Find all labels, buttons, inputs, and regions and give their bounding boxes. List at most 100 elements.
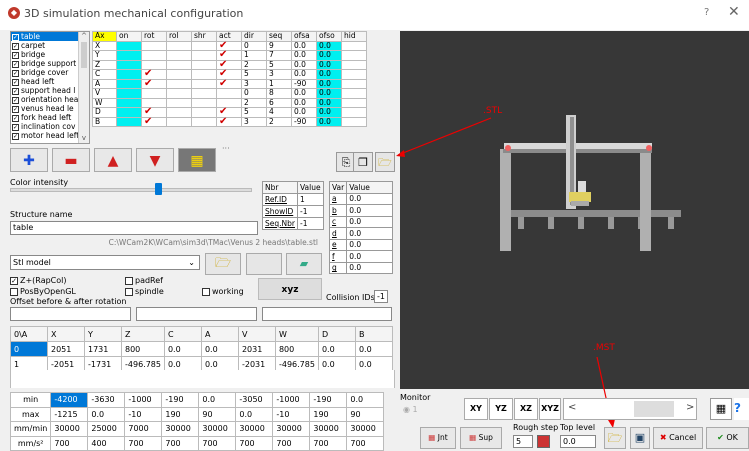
posbyopengl-option[interactable]: PosByOpenGL bbox=[10, 287, 76, 296]
jnt-button[interactable]: ▦ Jnt bbox=[420, 427, 456, 449]
checkbox-checked-icon[interactable]: ✓ bbox=[12, 51, 19, 59]
checkbox-checked-icon[interactable]: ✓ bbox=[12, 78, 19, 86]
var-value-cell[interactable]: 0.0 bbox=[346, 250, 394, 263]
hid-cell[interactable] bbox=[341, 116, 367, 127]
position-cell[interactable]: 800 bbox=[121, 341, 165, 357]
ofsa-cell[interactable]: 0.0 bbox=[291, 88, 317, 99]
seq-cell[interactable]: 2 bbox=[266, 116, 292, 127]
var-row[interactable]: g 0.0 bbox=[328, 261, 394, 274]
limits-cell[interactable]: 700 bbox=[50, 435, 89, 451]
id-key-link[interactable]: Ref.ID bbox=[262, 193, 298, 206]
var-value-cell[interactable]: 0.0 bbox=[346, 261, 394, 274]
shr-cell[interactable] bbox=[191, 97, 217, 108]
position-cell[interactable]: 0.0 bbox=[354, 341, 393, 357]
id-value-cell[interactable]: 1 bbox=[296, 193, 324, 206]
rol-cell[interactable] bbox=[166, 40, 192, 51]
limits-cell[interactable]: -190 bbox=[309, 392, 348, 408]
color-grid-icon[interactable]: ▦ bbox=[178, 148, 216, 172]
position-cell[interactable]: 0.0 bbox=[200, 341, 239, 357]
checkbox-icon[interactable] bbox=[202, 287, 210, 296]
view-scrollbar[interactable]: < > bbox=[563, 398, 697, 420]
axes-row[interactable]: X ✔ 0 9 0.0 0.0 bbox=[92, 40, 367, 51]
model-type-select[interactable]: Stl model ⌄ bbox=[10, 255, 200, 270]
remove-minus-icon[interactable]: ▬ bbox=[52, 148, 90, 172]
checkbox-checked-icon[interactable]: ✓ bbox=[12, 105, 19, 113]
dir-cell[interactable]: 5 bbox=[241, 107, 267, 118]
axes-row[interactable]: A ✔ ✔ 3 1 -90 0.0 bbox=[92, 78, 367, 89]
shr-cell[interactable] bbox=[191, 107, 217, 118]
scroll-left-icon[interactable]: < bbox=[568, 402, 576, 413]
axis-name-cell[interactable]: X bbox=[92, 40, 117, 51]
position-cell[interactable]: 0.0 bbox=[163, 341, 202, 357]
checkbox-checked-icon[interactable]: ✓ bbox=[12, 114, 19, 122]
checkbox-icon[interactable] bbox=[10, 287, 18, 296]
limits-cell[interactable]: 25000 bbox=[87, 421, 126, 437]
var-value-cell[interactable]: 0.0 bbox=[346, 192, 394, 205]
view-xy-button[interactable]: XY bbox=[464, 398, 488, 420]
hid-cell[interactable] bbox=[341, 40, 367, 51]
checkbox-checked-icon[interactable]: ✓ bbox=[12, 33, 19, 41]
var-row[interactable]: f 0.0 bbox=[328, 250, 394, 263]
var-key-link[interactable]: b bbox=[328, 204, 348, 217]
limits-row[interactable]: min -4200 -3630 -1000 -190 0.0 -3050 -1000 -190 0… bbox=[9, 392, 385, 408]
limits-cell[interactable]: 0.0 bbox=[198, 392, 237, 408]
act-cell[interactable]: ✔ bbox=[216, 78, 242, 89]
axis-name-cell[interactable]: V bbox=[92, 88, 117, 99]
id-value-cell[interactable]: -1 bbox=[296, 205, 324, 218]
scroll-up-icon[interactable]: ^ bbox=[79, 32, 89, 40]
limits-cell[interactable]: 90 bbox=[346, 406, 385, 422]
ofso-cell[interactable]: 0.0 bbox=[316, 69, 342, 80]
axes-row[interactable]: Z ✔ 2 5 0.0 0.0 bbox=[92, 59, 367, 70]
ofso-cell[interactable]: 0.0 bbox=[316, 88, 342, 99]
var-key-link[interactable]: f bbox=[328, 250, 348, 263]
rol-cell[interactable] bbox=[166, 88, 192, 99]
structure-name-input[interactable]: table bbox=[10, 221, 258, 235]
seq-cell[interactable]: 5 bbox=[266, 59, 292, 70]
limits-cell[interactable]: 0.0 bbox=[235, 406, 274, 422]
limits-cell[interactable]: 30000 bbox=[272, 421, 311, 437]
ofsa-cell[interactable]: 0.0 bbox=[291, 59, 317, 70]
var-row[interactable]: b 0.0 bbox=[328, 204, 394, 217]
rot-cell[interactable] bbox=[141, 50, 167, 61]
var-row[interactable]: e 0.0 bbox=[328, 238, 394, 251]
axes-row[interactable]: B ✔ ✔ 3 2 -90 0.0 bbox=[92, 116, 367, 127]
checkbox-checked-icon[interactable]: ✓ bbox=[12, 69, 19, 77]
limits-cell[interactable]: 700 bbox=[272, 435, 311, 451]
cancel-button[interactable]: ✖ Cancel bbox=[653, 427, 703, 449]
rol-cell[interactable] bbox=[166, 78, 192, 89]
shr-cell[interactable] bbox=[191, 116, 217, 127]
limits-cell[interactable]: 700 bbox=[124, 435, 163, 451]
limits-cell[interactable]: 700 bbox=[309, 435, 348, 451]
shr-cell[interactable] bbox=[191, 69, 217, 80]
ofso-cell[interactable]: 0.0 bbox=[316, 107, 342, 118]
axes-row[interactable]: V 0 8 0.0 0.0 bbox=[92, 88, 367, 99]
limits-cell[interactable]: 30000 bbox=[50, 421, 89, 437]
axis-name-cell[interactable]: A bbox=[92, 78, 117, 89]
limits-cell[interactable]: 700 bbox=[235, 435, 274, 451]
hid-cell[interactable] bbox=[341, 88, 367, 99]
limits-cell[interactable]: 400 bbox=[87, 435, 126, 451]
var-value-cell[interactable]: 0.0 bbox=[346, 227, 394, 240]
limits-table[interactable]: min -4200 -3630 -1000 -190 0.0 -3050 -1000 -190 0… bbox=[9, 392, 385, 451]
view-xyz-button[interactable]: XYZ bbox=[539, 398, 561, 420]
position-cell[interactable]: 2031 bbox=[237, 341, 276, 357]
axes-row[interactable]: W 2 6 0.0 0.0 bbox=[92, 97, 367, 108]
image-icon[interactable]: ▰ bbox=[286, 253, 322, 275]
move-down-arrow-icon[interactable]: ▼ bbox=[136, 148, 174, 172]
var-key-link[interactable]: e bbox=[328, 238, 348, 251]
working-option[interactable]: working bbox=[202, 287, 244, 296]
position-cell[interactable]: 1731 bbox=[84, 341, 122, 357]
axis-name-cell[interactable]: Y bbox=[92, 50, 117, 61]
ofso-cell[interactable]: 0.0 bbox=[316, 78, 342, 89]
hid-cell[interactable] bbox=[341, 50, 367, 61]
on-cell[interactable] bbox=[116, 69, 142, 80]
ofso-cell[interactable]: 0.0 bbox=[316, 97, 342, 108]
checkbox-icon[interactable] bbox=[125, 276, 133, 285]
save-disk-icon[interactable]: ▣ bbox=[630, 427, 650, 449]
ofso-cell[interactable]: 0.0 bbox=[316, 116, 342, 127]
limits-cell[interactable]: 0.0 bbox=[87, 406, 126, 422]
limits-row[interactable]: mm/min 30000 25000 7000 30000 30000 30000 30000… bbox=[9, 421, 385, 437]
ofsa-cell[interactable]: 0.0 bbox=[291, 97, 317, 108]
hid-cell[interactable] bbox=[341, 59, 367, 70]
sup-button[interactable]: ▦ Sup bbox=[460, 427, 502, 449]
